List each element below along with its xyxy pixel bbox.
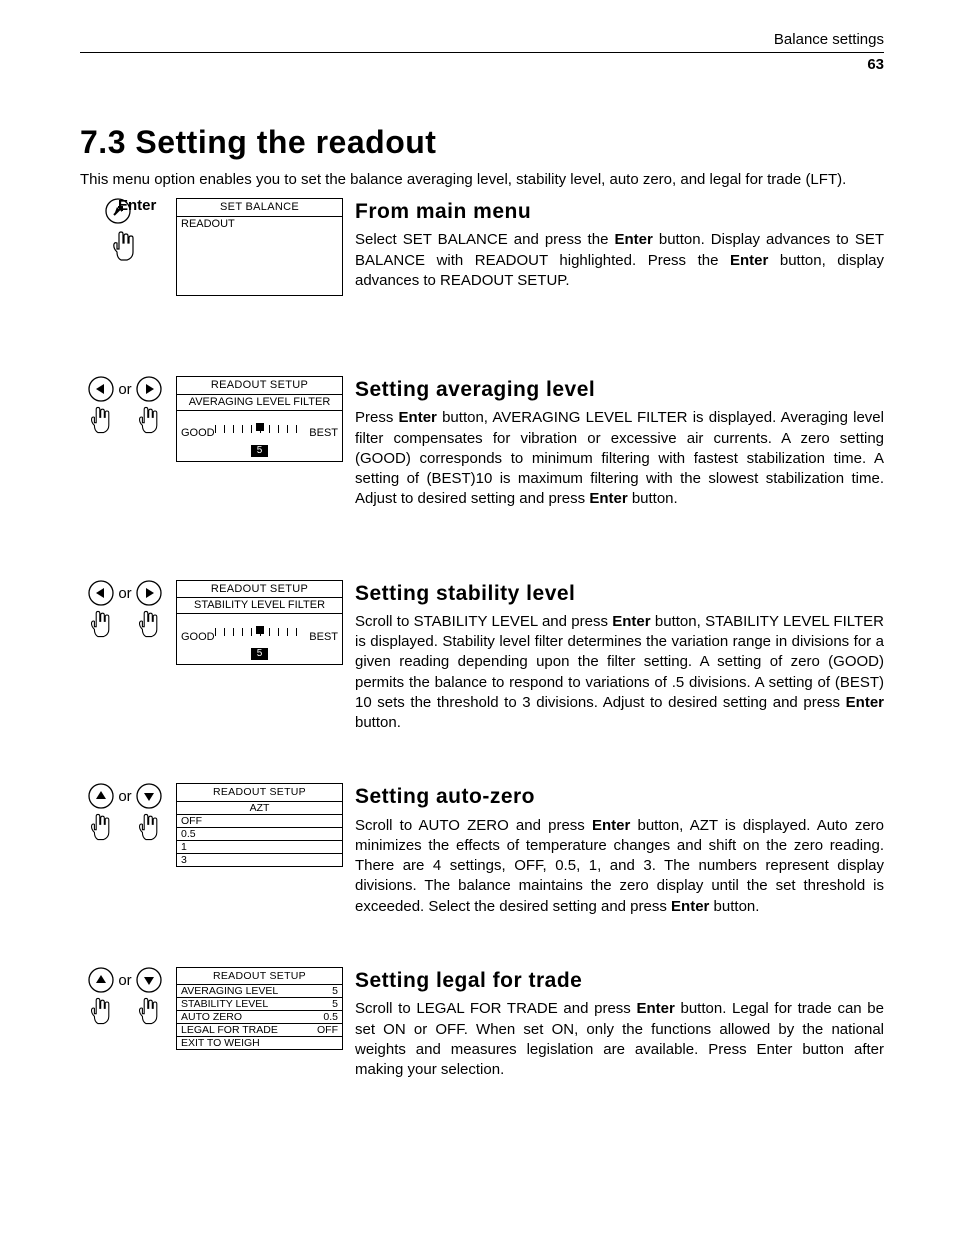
slider-best: BEST: [309, 630, 338, 645]
body-from-main-menu: Select SET BALANCE and press the Enter b…: [355, 230, 884, 291]
display-sub: AZT: [177, 802, 342, 815]
section-title: 7.3 Setting the readout: [80, 121, 884, 164]
display-line: READOUT: [177, 217, 342, 232]
heading-from-main-menu: From main menu: [355, 198, 884, 226]
block-legal-for-trade: or READOUT SETUP AVERAGING LEVEL5 STABIL…: [80, 967, 884, 1080]
summary-row: STABILITY LEVEL5: [177, 998, 342, 1011]
doc-section-label: Balance settings: [774, 31, 884, 48]
slider-track: GOOD BEST: [177, 626, 342, 646]
summary-row: EXIT TO WEIGH: [177, 1037, 342, 1049]
right-arrow-icon: [136, 580, 162, 606]
up-down-buttons: or: [80, 967, 170, 1027]
slider-marker-icon: [256, 423, 264, 431]
display-azt: READOUT SETUP AZT OFF 0.5 1 3: [176, 783, 343, 866]
body-averaging: Press Enter button, AVERAGING LEVEL FILT…: [355, 408, 884, 509]
left-arrow-icon: [88, 376, 114, 402]
block-auto-zero: or READOUT SETUP AZT OFF 0.5 1 3 Setting…: [80, 783, 884, 917]
display-stability: READOUT SETUP STABILITY LEVEL FILTER GOO…: [176, 580, 343, 666]
page-number: 63: [80, 55, 884, 75]
summary-row: LEGAL FOR TRADEOFF: [177, 1024, 342, 1037]
summary-row: AVERAGING LEVEL5: [177, 985, 342, 998]
or-label: or: [118, 967, 131, 991]
summary-row: AUTO ZERO0.5: [177, 1011, 342, 1024]
display-header: SET BALANCE: [177, 199, 342, 217]
display-sub: STABILITY LEVEL FILTER: [177, 598, 342, 614]
display-header: READOUT SETUP: [177, 784, 342, 801]
heading-stability: Setting stability level: [355, 580, 884, 608]
up-down-buttons: or: [80, 783, 170, 843]
heading-auto-zero: Setting auto-zero: [355, 783, 884, 811]
slider-track: GOOD BEST: [177, 423, 342, 443]
display-averaging: READOUT SETUP AVERAGING LEVEL FILTER GOO…: [176, 376, 343, 462]
display-sub: AVERAGING LEVEL FILTER: [177, 395, 342, 411]
azt-opt: 3: [177, 854, 342, 866]
down-arrow-icon: [136, 783, 162, 809]
azt-opt: OFF: [177, 815, 342, 828]
or-label: or: [118, 783, 131, 807]
azt-opt: 1: [177, 841, 342, 854]
slider-marker-icon: [256, 626, 264, 634]
display-readout-summary: READOUT SETUP AVERAGING LEVEL5 STABILITY…: [176, 967, 343, 1050]
slider-best: BEST: [309, 426, 338, 441]
block-averaging: or READOUT SETUP AVERAGING LEVEL FILTER …: [80, 376, 884, 510]
slider-good: GOOD: [181, 630, 215, 645]
display-header: READOUT SETUP: [177, 968, 342, 985]
hand-press-icon: [89, 993, 113, 1027]
right-arrow-icon: [136, 376, 162, 402]
display-header: READOUT SETUP: [177, 377, 342, 395]
slider-value: 5: [177, 646, 342, 664]
hand-press-icon: [89, 402, 113, 436]
display-set-balance: SET BALANCE READOUT: [176, 198, 343, 296]
enter-label: Enter: [118, 196, 156, 216]
hand-press-icon: [111, 226, 139, 264]
block-main-menu: Enter SET BALANCE READOUT From main menu…: [80, 198, 884, 296]
or-label: or: [118, 376, 131, 400]
hand-press-icon: [89, 809, 113, 843]
left-right-buttons: or: [80, 580, 170, 640]
heading-legal-for-trade: Setting legal for trade: [355, 967, 884, 995]
or-label: or: [118, 580, 131, 604]
section-intro: This menu option enables you to set the …: [80, 170, 884, 190]
hand-press-icon: [137, 993, 161, 1027]
body-stability: Scroll to STABILITY LEVEL and press Ente…: [355, 612, 884, 734]
body-legal-for-trade: Scroll to LEGAL FOR TRADE and press Ente…: [355, 999, 884, 1080]
hand-press-icon: [137, 809, 161, 843]
left-right-buttons: or: [80, 376, 170, 436]
hand-press-icon: [137, 606, 161, 640]
heading-averaging: Setting averaging level: [355, 376, 884, 404]
block-stability: or READOUT SETUP STABILITY LEVEL FILTER …: [80, 580, 884, 734]
slider-good: GOOD: [181, 426, 215, 441]
page-header: Balance settings: [80, 30, 884, 53]
up-arrow-icon: [88, 783, 114, 809]
down-arrow-icon: [136, 967, 162, 993]
azt-opt: 0.5: [177, 828, 342, 841]
display-header: READOUT SETUP: [177, 581, 342, 599]
body-auto-zero: Scroll to AUTO ZERO and press Enter butt…: [355, 816, 884, 917]
left-arrow-icon: [88, 580, 114, 606]
slider-value: 5: [177, 443, 342, 461]
hand-press-icon: [89, 606, 113, 640]
up-arrow-icon: [88, 967, 114, 993]
hand-press-icon: [137, 402, 161, 436]
